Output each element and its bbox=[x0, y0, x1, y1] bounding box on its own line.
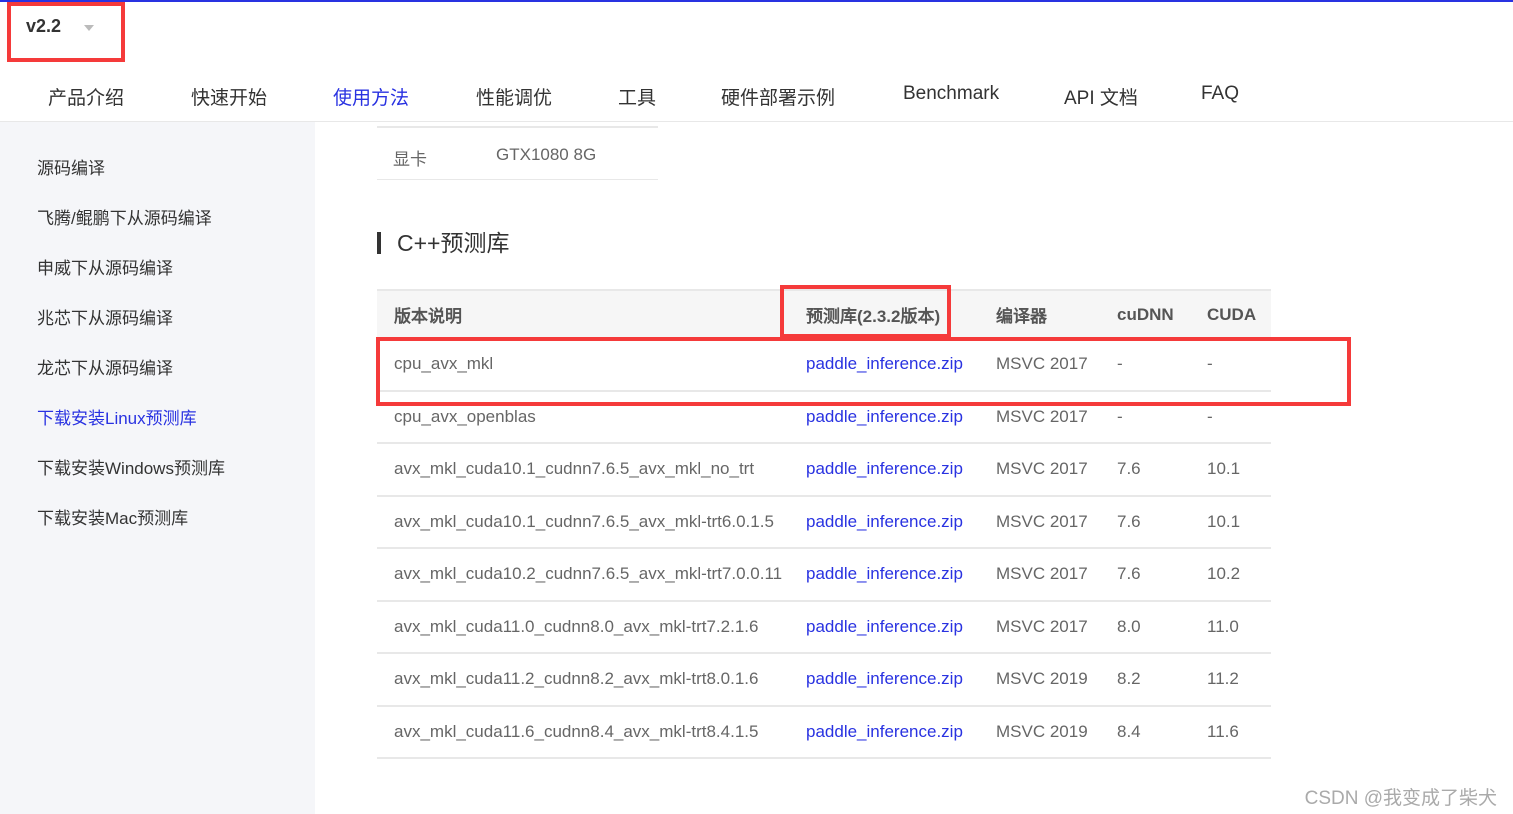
sidebar-item[interactable]: 飞腾/鲲鹏下从源码编译 bbox=[37, 204, 212, 229]
top-nav: 产品介绍 快速开始 使用方法 性能调优 工具 硬件部署示例 Benchmark … bbox=[0, 70, 1513, 122]
cudnn-cell: 7.6 bbox=[1100, 443, 1190, 497]
col-header: 版本说明 bbox=[377, 289, 789, 338]
col-header: CUDA bbox=[1190, 289, 1271, 338]
compiler-cell: MSVC 2019 bbox=[979, 653, 1100, 707]
top-accent-line bbox=[0, 0, 1513, 2]
cuda-cell: 10.1 bbox=[1190, 443, 1271, 497]
cudnn-cell: 8.2 bbox=[1100, 653, 1190, 707]
cudnn-cell: 8.0 bbox=[1100, 600, 1190, 654]
sidebar: 源码编译 飞腾/鲲鹏下从源码编译 申威下从源码编译 兆芯下从源码编译 龙芯下从源… bbox=[0, 122, 315, 814]
version-cell: avx_mkl_cuda11.2_cudnn8.2_avx_mkl-trt8.0… bbox=[377, 653, 789, 707]
download-cell: paddle_inference.zip bbox=[789, 653, 979, 707]
sidebar-item[interactable]: 下载安装Mac预测库 bbox=[37, 504, 188, 529]
download-cell: paddle_inference.zip bbox=[789, 443, 979, 497]
cudnn-cell: 7.6 bbox=[1100, 495, 1190, 549]
table-row: avx_mkl_cuda11.2_cudnn8.2_avx_mkl-trt8.0… bbox=[377, 653, 1271, 707]
download-cell: paddle_inference.zip bbox=[789, 548, 979, 602]
nav-performance[interactable]: 性能调优 bbox=[476, 83, 552, 110]
nav-usage[interactable]: 使用方法 bbox=[333, 83, 409, 110]
download-link[interactable]: paddle_inference.zip bbox=[806, 512, 963, 531]
compiler-cell: MSVC 2019 bbox=[979, 705, 1100, 759]
nav-tools[interactable]: 工具 bbox=[618, 83, 656, 110]
nav-faq[interactable]: FAQ bbox=[1201, 83, 1239, 105]
compiler-cell: MSVC 2017 bbox=[979, 495, 1100, 549]
cuda-cell: 11.6 bbox=[1190, 705, 1271, 759]
sidebar-item[interactable]: 龙芯下从源码编译 bbox=[37, 354, 173, 379]
cuda-cell: 10.2 bbox=[1190, 548, 1271, 602]
gpu-row: 显卡 GTX1080 8G bbox=[377, 126, 658, 180]
download-link[interactable]: paddle_inference.zip bbox=[806, 617, 963, 636]
watermark: CSDN @我变成了柴犬 bbox=[1304, 788, 1497, 809]
sidebar-item[interactable]: 申威下从源码编译 bbox=[37, 254, 173, 279]
table-row: avx_mkl_cuda10.2_cudnn7.6.5_avx_mkl-trt7… bbox=[377, 548, 1271, 602]
nav-benchmark[interactable]: Benchmark bbox=[903, 83, 999, 105]
nav-quick-start[interactable]: 快速开始 bbox=[191, 83, 267, 110]
table-row: avx_mkl_cuda11.0_cudnn8.0_avx_mkl-trt7.2… bbox=[377, 600, 1271, 654]
nav-product-intro[interactable]: 产品介绍 bbox=[48, 83, 124, 110]
download-link[interactable]: paddle_inference.zip bbox=[806, 564, 963, 583]
version-cell: avx_mkl_cuda10.2_cudnn7.6.5_avx_mkl-trt7… bbox=[377, 548, 789, 602]
download-cell: paddle_inference.zip bbox=[789, 600, 979, 654]
table-row: avx_mkl_cuda10.1_cudnn7.6.5_avx_mkl-trt6… bbox=[377, 495, 1271, 549]
version-cell: avx_mkl_cuda11.0_cudnn8.0_avx_mkl-trt7.2… bbox=[377, 600, 789, 654]
compiler-cell: MSVC 2017 bbox=[979, 600, 1100, 654]
cudnn-cell: 8.4 bbox=[1100, 705, 1190, 759]
cuda-cell: 11.0 bbox=[1190, 600, 1271, 654]
download-cell: paddle_inference.zip bbox=[789, 495, 979, 549]
col-header: 编译器 bbox=[979, 289, 1100, 338]
cuda-cell: 11.2 bbox=[1190, 653, 1271, 707]
download-link[interactable]: paddle_inference.zip bbox=[806, 722, 963, 741]
section-title: C++预测库 bbox=[377, 232, 509, 255]
col-header: cuDNN bbox=[1100, 289, 1190, 338]
version-cell: avx_mkl_cuda10.1_cudnn7.6.5_avx_mkl_no_t… bbox=[377, 443, 789, 497]
cuda-cell: 10.1 bbox=[1190, 495, 1271, 549]
compiler-cell: MSVC 2017 bbox=[979, 443, 1100, 497]
sidebar-item[interactable]: 下载安装Windows预测库 bbox=[37, 454, 225, 479]
table-row: avx_mkl_cuda11.6_cudnn8.4_avx_mkl-trt8.4… bbox=[377, 705, 1271, 759]
gpu-label: 显卡 bbox=[393, 150, 427, 169]
sidebar-item[interactable]: 兆芯下从源码编译 bbox=[37, 304, 173, 329]
gpu-value: GTX1080 8G bbox=[496, 145, 597, 164]
cudnn-cell: 7.6 bbox=[1100, 548, 1190, 602]
sidebar-item[interactable]: 下载安装Linux预测库 bbox=[37, 404, 197, 429]
download-link[interactable]: paddle_inference.zip bbox=[806, 669, 963, 688]
compiler-cell: MSVC 2017 bbox=[979, 548, 1100, 602]
nav-api-docs[interactable]: API 文档 bbox=[1064, 83, 1138, 110]
nav-hardware-examples[interactable]: 硬件部署示例 bbox=[721, 83, 835, 110]
version-cell: avx_mkl_cuda11.6_cudnn8.4_avx_mkl-trt8.4… bbox=[377, 705, 789, 759]
highlight-box bbox=[780, 285, 951, 338]
download-link[interactable]: paddle_inference.zip bbox=[806, 459, 963, 478]
highlight-box bbox=[376, 337, 1351, 406]
sidebar-item[interactable]: 源码编译 bbox=[37, 154, 105, 179]
download-cell: paddle_inference.zip bbox=[789, 705, 979, 759]
download-link[interactable]: paddle_inference.zip bbox=[806, 407, 963, 426]
version-cell: avx_mkl_cuda10.1_cudnn7.6.5_avx_mkl-trt6… bbox=[377, 495, 789, 549]
table-row: avx_mkl_cuda10.1_cudnn7.6.5_avx_mkl_no_t… bbox=[377, 443, 1271, 497]
highlight-box bbox=[7, 2, 125, 62]
